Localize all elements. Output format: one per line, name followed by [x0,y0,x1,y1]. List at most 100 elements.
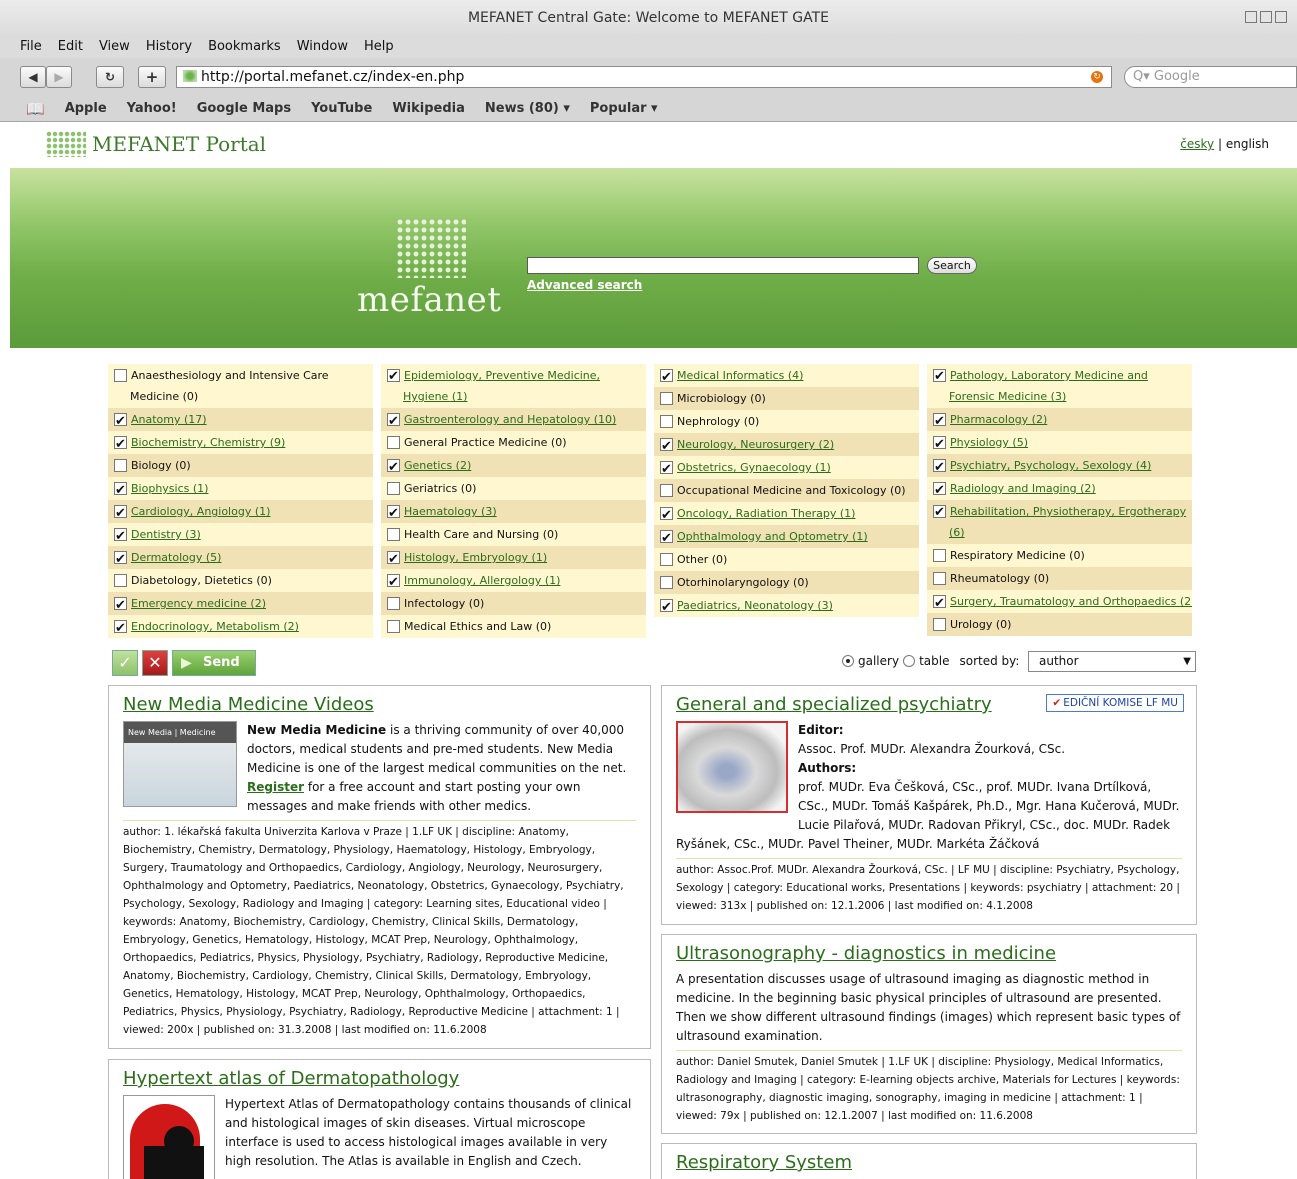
portal-logo[interactable]: MEFANET Portal [46,131,266,157]
discipline-item[interactable]: Dermatology (5) [108,546,373,569]
snapback-icon[interactable]: ↻ [1091,71,1103,83]
address-bar[interactable]: http://portal.mefanet.cz/index-en.php ↻ [176,66,1112,88]
discipline-item[interactable]: Rheumatology (0) [927,567,1192,590]
discipline-checkbox[interactable] [933,572,946,585]
discipline-label[interactable]: Rehabilitation, Physiotherapy, Ergothera… [949,505,1186,539]
discipline-checkbox[interactable] [660,415,673,428]
discipline-item[interactable]: Immunology, Allergology (1) [381,569,646,592]
record-title[interactable]: New Media Medicine Videos [123,694,636,715]
discipline-checkbox[interactable] [387,571,400,592]
discipline-checkbox[interactable] [933,456,946,477]
minimize-icon[interactable] [1245,11,1257,23]
discipline-checkbox[interactable] [114,574,127,587]
discipline-checkbox[interactable] [933,479,946,500]
discipline-label[interactable]: Medical Informatics (4) [677,369,803,382]
discipline-checkbox[interactable] [114,617,127,638]
discipline-item[interactable]: Haematology (3) [381,500,646,523]
book-icon[interactable]: 📖 [26,100,45,118]
discipline-item[interactable]: Endocrinology, Metabolism (2) [108,615,373,638]
discipline-checkbox[interactable] [660,484,673,497]
discipline-label[interactable]: Dentistry (3) [131,528,201,541]
discipline-checkbox[interactable] [114,594,127,615]
discipline-checkbox[interactable] [933,618,946,631]
discipline-item[interactable]: Urology (0) [927,613,1192,636]
discipline-checkbox[interactable] [387,597,400,610]
discipline-label[interactable]: Biophysics (1) [131,482,208,495]
bookmark-news[interactable]: News (80) ▾ [485,101,570,116]
discipline-item[interactable]: Biology (0) [108,454,373,477]
discipline-checkbox[interactable] [660,596,673,617]
discipline-checkbox[interactable] [660,458,673,479]
discipline-item[interactable]: Surgery, Traumatology and Orthopaedics (… [927,590,1192,613]
discipline-checkbox[interactable] [660,527,673,548]
discipline-checkbox[interactable] [933,410,946,431]
discipline-checkbox[interactable] [933,433,946,454]
discipline-checkbox[interactable] [660,504,673,525]
discipline-label[interactable]: Pharmacology (2) [950,413,1047,426]
gallery-radio[interactable] [842,655,854,667]
discipline-item[interactable]: Occupational Medicine and Toxicology (0) [654,479,919,502]
discipline-item[interactable]: Radiology and Imaging (2) [927,477,1192,500]
discipline-checkbox[interactable] [114,479,127,500]
sort-select[interactable]: author ▼ [1028,651,1196,672]
register-link[interactable]: Register [247,780,304,794]
bookmark-youtube[interactable]: YouTube [311,101,372,116]
record-title[interactable]: Ultrasonography - diagnostics in medicin… [676,943,1182,964]
discipline-item[interactable]: Dentistry (3) [108,523,373,546]
discipline-item[interactable]: Other (0) [654,548,919,571]
back-button[interactable]: ◀ [20,66,46,88]
reload-button[interactable]: ↻ [96,66,124,88]
discipline-item[interactable]: Nephrology (0) [654,410,919,433]
discipline-item[interactable]: Anatomy (17) [108,408,373,431]
search-button[interactable]: Search [927,257,977,274]
discipline-label[interactable]: Haematology (3) [404,505,497,518]
send-button[interactable]: Send [172,650,256,676]
discipline-checkbox[interactable] [933,366,946,387]
record-title[interactable]: Respiratory System [676,1152,1182,1173]
discipline-label[interactable]: Immunology, Allergology (1) [404,574,560,587]
discipline-item[interactable]: Gastroenterology and Hepatology (10) [381,408,646,431]
close-icon[interactable] [1275,11,1287,23]
discipline-item[interactable]: Genetics (2) [381,454,646,477]
menu-window[interactable]: Window [297,36,348,58]
discipline-label[interactable]: Epidemiology, Preventive Medicine, Hygie… [403,369,600,403]
discipline-item[interactable]: Medical Ethics and Law (0) [381,615,646,638]
discipline-checkbox[interactable] [114,410,127,431]
editorial-badge[interactable]: ✔ EDIČNÍ KOMISE LF MU [1046,694,1184,712]
discipline-label[interactable]: Emergency medicine (2) [131,597,266,610]
discipline-item[interactable]: Anaesthesiology and Intensive Care Medic… [108,364,373,408]
discipline-checkbox[interactable] [387,456,400,477]
discipline-label[interactable]: Genetics (2) [404,459,471,472]
discipline-item[interactable]: Diabetology, Dietetics (0) [108,569,373,592]
discipline-label[interactable]: Oncology, Radiation Therapy (1) [677,507,855,520]
discipline-checkbox[interactable] [387,366,400,387]
discipline-item[interactable]: Physiology (5) [927,431,1192,454]
bookmark-yahoo[interactable]: Yahoo! [127,101,177,116]
discipline-label[interactable]: Surgery, Traumatology and Orthopaedics (… [950,595,1192,608]
bookmark-google-maps[interactable]: Google Maps [197,101,291,116]
discipline-checkbox[interactable] [387,620,400,633]
add-bookmark-button[interactable]: + [138,66,166,88]
discipline-checkbox[interactable] [660,576,673,589]
menu-edit[interactable]: Edit [58,36,83,58]
discipline-checkbox[interactable] [387,528,400,541]
discipline-checkbox[interactable] [114,369,127,382]
discipline-checkbox[interactable] [387,548,400,569]
discipline-item[interactable]: Rehabilitation, Physiotherapy, Ergothera… [927,500,1192,544]
menu-history[interactable]: History [146,36,192,58]
discipline-checkbox[interactable] [387,410,400,431]
discipline-checkbox[interactable] [660,366,673,387]
discipline-label[interactable]: Cardiology, Angiology (1) [131,505,270,518]
discipline-label[interactable]: Anatomy (17) [131,413,207,426]
discipline-item[interactable]: Otorhinolaryngology (0) [654,571,919,594]
lang-czech-link[interactable]: česky [1180,137,1214,151]
discipline-label[interactable]: Dermatology (5) [131,551,221,564]
discipline-item[interactable]: Cardiology, Angiology (1) [108,500,373,523]
discipline-label[interactable]: Psychiatry, Psychology, Sexology (4) [950,459,1151,472]
discipline-checkbox[interactable] [114,433,127,454]
discipline-checkbox[interactable] [114,502,127,523]
discipline-item[interactable]: Health Care and Nursing (0) [381,523,646,546]
discipline-label[interactable]: Gastroenterology and Hepatology (10) [404,413,616,426]
discipline-item[interactable]: Respiratory Medicine (0) [927,544,1192,567]
bookmark-apple[interactable]: Apple [65,101,107,116]
